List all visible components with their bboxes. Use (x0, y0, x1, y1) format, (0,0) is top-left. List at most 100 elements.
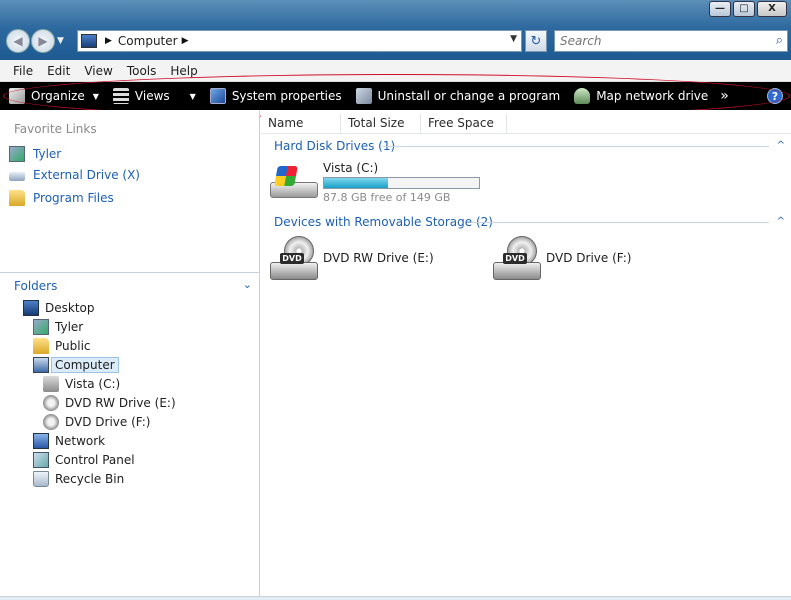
column-header-free-space[interactable]: Free Space (421, 114, 507, 133)
tree-item-label: Computer (51, 356, 119, 373)
system-properties-icon (209, 88, 226, 104)
system-properties-label: System properties (231, 89, 342, 103)
tree-item-label: DVD RW Drive (E:) (65, 395, 176, 410)
hard-drive-icon (43, 375, 59, 392)
dvd-drive-icon (43, 413, 59, 430)
favorite-links-title: Favorite Links (14, 122, 97, 136)
tree-item-label: Public (55, 338, 91, 353)
windows-logo-icon (274, 166, 298, 186)
network-icon (33, 432, 49, 449)
system-properties-button[interactable]: System properties (209, 88, 342, 104)
group-hard-disk-drives[interactable]: Hard Disk Drives (1) (274, 139, 395, 153)
organize-icon (9, 88, 25, 104)
menu-view[interactable]: View (78, 64, 118, 78)
favorite-link-label: Program Files (33, 191, 114, 205)
views-icon (112, 88, 129, 104)
dvd-drive-icon: DVD (270, 236, 318, 282)
group-removable-storage[interactable]: Devices with Removable Storage (2) (274, 215, 493, 229)
search-input[interactable] (560, 34, 760, 48)
tree-item-label: Tyler (55, 319, 84, 334)
drive-free-space-text: 87.8 GB free of 149 GB (323, 191, 451, 204)
tree-item-dvd-rw-e[interactable]: DVD RW Drive (E:) (43, 393, 176, 412)
dvd-drive-icon: DVD (493, 236, 541, 282)
menu-file[interactable]: File (7, 64, 39, 78)
breadcrumb-separator-icon[interactable]: ▶ (182, 36, 189, 46)
tree-item-computer[interactable]: Computer (33, 355, 119, 374)
organize-label: Organize (31, 89, 85, 103)
external-drive-icon (9, 172, 25, 181)
tree-item-desktop[interactable]: Desktop (23, 298, 95, 317)
drive-name: Vista (C:) (323, 161, 379, 175)
tree-item-label: DVD Drive (F:) (65, 414, 151, 429)
tree-item-label: Vista (C:) (65, 376, 121, 391)
user-folder-icon (9, 146, 25, 162)
collapse-group-icon[interactable]: ^ (777, 140, 785, 151)
tree-item-label: Recycle Bin (55, 471, 125, 486)
favorite-link-label: External Drive (X) (33, 168, 140, 182)
tree-item-label: Desktop (45, 300, 95, 315)
breadcrumb-computer[interactable]: Computer (118, 34, 178, 48)
breadcrumb-separator-icon[interactable]: ▶ (105, 36, 112, 46)
group-divider (383, 146, 769, 147)
favorite-link-external-drive[interactable]: External Drive (X) (9, 168, 140, 182)
navigation-bar: ◀ ▶ ▼ ▶ Computer ▶ ▼ ↻ ⌕ (0, 26, 791, 56)
tree-item-label: Network (55, 433, 106, 448)
search-icon[interactable]: ⌕ (776, 33, 783, 48)
user-folder-icon (33, 318, 49, 335)
content-pane: Name Total Size Free Space Hard Disk Dri… (261, 110, 791, 600)
tree-item-control-panel[interactable]: Control Panel (33, 450, 135, 469)
favorite-link-tyler[interactable]: Tyler (9, 146, 61, 162)
tree-item-dvd-f[interactable]: DVD Drive (F:) (43, 412, 150, 431)
uninstall-icon (355, 88, 372, 104)
navigation-pane: Favorite Links Tyler External Drive (X) … (0, 110, 260, 600)
uninstall-program-button[interactable]: Uninstall or change a program (355, 88, 560, 104)
close-button[interactable]: X (757, 1, 787, 17)
menu-tools[interactable]: Tools (121, 64, 163, 78)
window-chrome: — □ X ◀ ▶ ▼ ▶ Computer ▶ ▼ ↻ ⌕ (0, 0, 791, 60)
dvd-drive-icon (43, 394, 59, 411)
column-header-total-size[interactable]: Total Size (341, 114, 421, 133)
computer-icon (81, 34, 97, 48)
folder-icon (33, 337, 49, 354)
organize-button[interactable]: Organize ▼ (9, 88, 99, 104)
chevron-down-icon: ▼ (92, 91, 99, 101)
collapse-group-icon[interactable]: ^ (777, 216, 785, 227)
views-button[interactable]: Views ▼ (112, 88, 196, 104)
views-label: Views (134, 89, 170, 103)
address-bar[interactable]: ▶ Computer ▶ ▼ (77, 30, 522, 52)
dvd-tag: DVD (503, 253, 527, 264)
drive-usage-bar (323, 177, 480, 189)
recent-pages-dropdown-icon[interactable]: ▼ (57, 36, 67, 46)
search-box[interactable]: ⌕ (554, 30, 788, 52)
drive-usage-fill (324, 178, 388, 188)
group-divider (471, 222, 769, 223)
chevron-down-icon[interactable]: ⌄ (243, 278, 252, 291)
menu-edit[interactable]: Edit (41, 64, 76, 78)
minimize-button[interactable]: — (709, 1, 731, 17)
more-commands-button[interactable]: » (720, 88, 729, 104)
back-button[interactable]: ◀ (6, 29, 30, 53)
folder-icon (9, 190, 25, 206)
tree-item-recycle-bin[interactable]: Recycle Bin (33, 469, 124, 488)
tree-item-network[interactable]: Network (33, 431, 105, 450)
chevron-down-icon: ▼ (189, 91, 196, 101)
maximize-button[interactable]: □ (733, 1, 755, 17)
status-bar (0, 596, 791, 600)
dvd-tag: DVD (280, 253, 304, 264)
refresh-button[interactable]: ↻ (525, 30, 547, 52)
map-network-drive-button[interactable]: Map network drive (574, 88, 708, 104)
window-controls: — □ X (709, 1, 787, 17)
column-header-row: Name Total Size Free Space (261, 114, 791, 134)
help-icon[interactable]: ? (767, 88, 783, 104)
tree-item-tyler[interactable]: Tyler (33, 317, 83, 336)
tree-item-vista-c[interactable]: Vista (C:) (43, 374, 120, 393)
address-dropdown-icon[interactable]: ▼ (510, 34, 517, 44)
forward-button[interactable]: ▶ (31, 29, 55, 53)
favorite-link-label: Tyler (33, 147, 62, 161)
menu-help[interactable]: Help (164, 64, 203, 78)
tree-item-public[interactable]: Public (33, 336, 91, 355)
favorite-link-program-files[interactable]: Program Files (9, 190, 114, 206)
folders-header[interactable]: Folders ⌄ (0, 272, 260, 298)
menu-bar: File Edit View Tools Help (0, 60, 791, 82)
column-header-name[interactable]: Name (261, 114, 341, 133)
